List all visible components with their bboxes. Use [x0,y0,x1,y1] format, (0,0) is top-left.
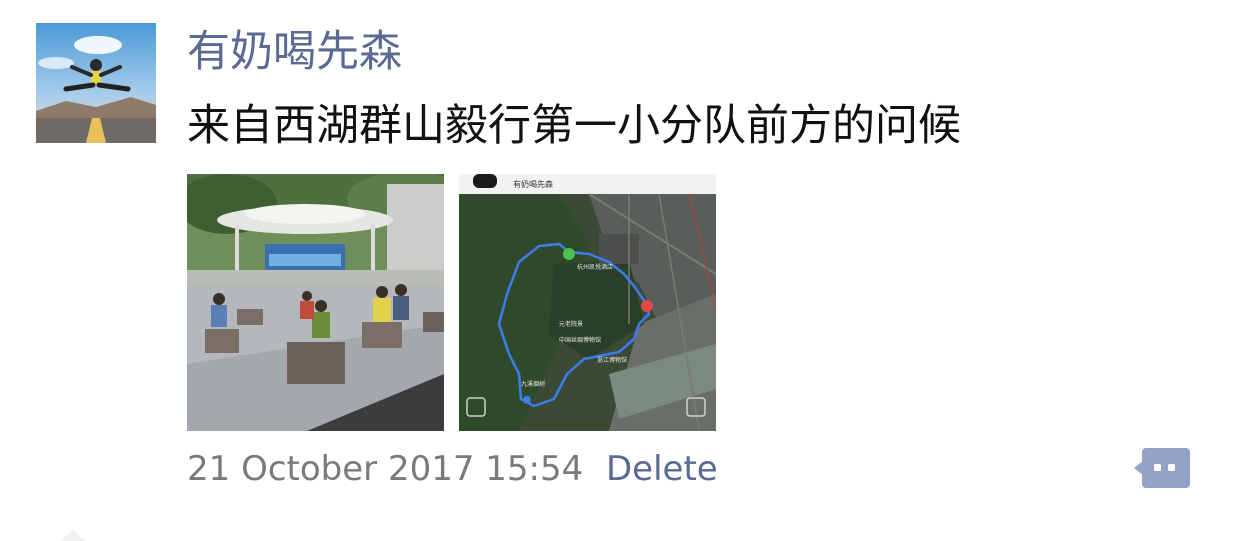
next-item-fragment [58,528,88,541]
post-text: 来自西湖群山毅行第一小分队前方的问候 [187,101,961,151]
map-label: 九溪烟树 [521,380,545,388]
map-screenshot-image: 有奶喝先森 杭州凯悦酒店 元老院景 中国丝绸博物馆 九溪烟树 浙江博物馆 [459,174,716,431]
map-header-text: 有奶喝先森 [513,179,553,189]
avatar-image [36,23,156,143]
photo-thumbnail-group[interactable] [187,174,444,431]
photo-thumbnail-map[interactable]: 有奶喝先森 杭州凯悦酒店 元老院景 中国丝绸博物馆 九溪烟树 浙江博物馆 [459,174,716,431]
triangle-arrow-icon [60,530,86,541]
post-timestamp: 21 October 2017 15:54 [187,449,584,489]
username[interactable]: 有奶喝先森 [187,24,402,80]
comment-more-button[interactable] [1134,446,1192,490]
avatar[interactable] [36,23,156,143]
map-label: 杭州凯悦酒店 [577,263,613,271]
map-label: 中国丝绸博物馆 [559,336,601,344]
delete-link[interactable]: Delete [606,447,718,491]
moments-post: 有奶喝先森 来自西湖群山毅行第一小分队前方的问候 有奶喝先森 杭州凯悦酒店 元老… [0,0,1242,541]
map-label: 浙江博物馆 [597,356,627,364]
map-label: 元老院景 [559,320,583,328]
group-photo-image [187,174,444,431]
comment-more-icon [1134,448,1190,488]
